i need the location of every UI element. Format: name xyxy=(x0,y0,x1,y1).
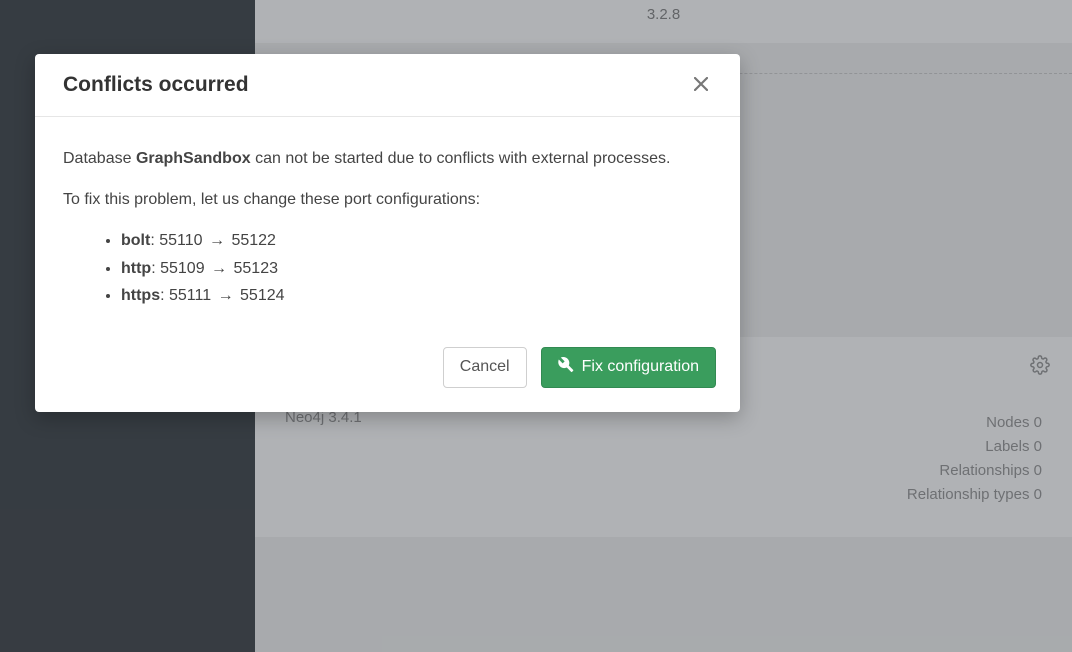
dialog-body: Database GraphSandbox can not be started… xyxy=(35,117,740,329)
port-item-http: http: 55109 → 55123 xyxy=(121,255,712,282)
wrench-icon xyxy=(558,357,574,378)
database-name-strong: GraphSandbox xyxy=(136,150,251,167)
dialog-title: Conflicts occurred xyxy=(63,73,249,97)
dialog-message: Database GraphSandbox can not be started… xyxy=(63,145,712,172)
fix-button-label: Fix configuration xyxy=(582,358,699,376)
port-list: bolt: 55110 → 55122 http: 55109 → 55123 … xyxy=(63,227,712,309)
conflicts-dialog: Conflicts occurred Database GraphSandbox… xyxy=(35,54,740,412)
dialog-instruction: To fix this problem, let us change these… xyxy=(63,186,712,213)
fix-configuration-button[interactable]: Fix configuration xyxy=(541,347,716,388)
port-item-https: https: 55111 → 55124 xyxy=(121,282,712,309)
port-item-bolt: bolt: 55110 → 55122 xyxy=(121,227,712,254)
cancel-button[interactable]: Cancel xyxy=(443,347,527,388)
close-icon[interactable] xyxy=(690,72,712,98)
